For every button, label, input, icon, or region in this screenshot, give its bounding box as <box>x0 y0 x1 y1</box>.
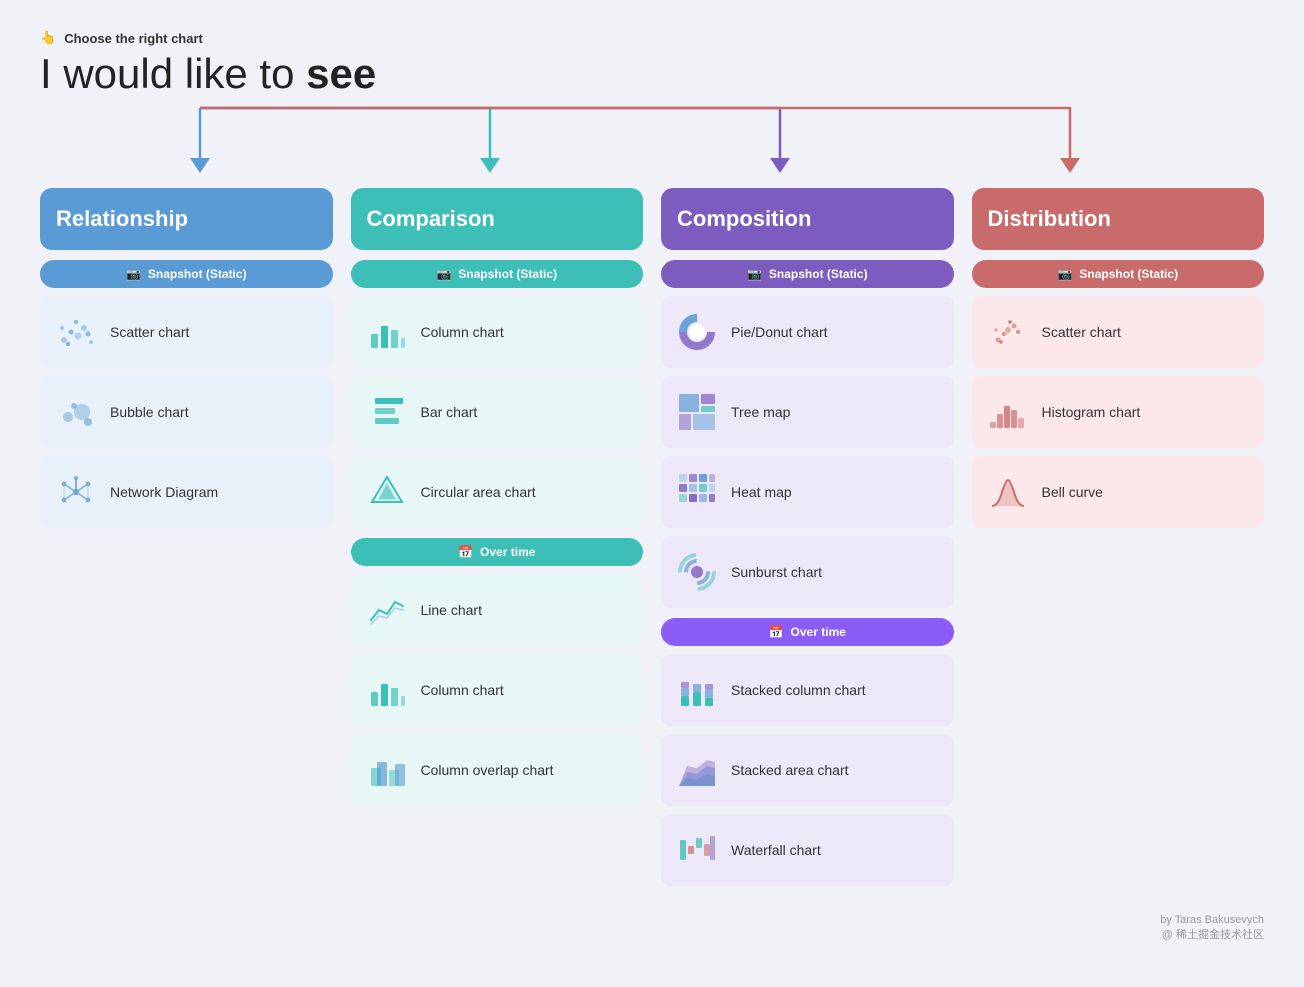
col-comparison: Comparison 📷 Snapshot (Static) Column ch… <box>351 188 644 814</box>
sub-snapshot-relationship: 📷 Snapshot (Static) <box>40 260 333 288</box>
camera-icon-pos: 📷 <box>747 267 762 281</box>
stacked-column-label: Stacked column chart <box>731 682 866 698</box>
network-icon <box>54 470 98 514</box>
bubble-icon <box>54 390 98 434</box>
histogram-label: Histogram chart <box>1042 404 1141 420</box>
chart-stacked-area[interactable]: Stacked area chart <box>661 734 954 806</box>
scatter-rel-icon <box>54 310 98 354</box>
sub-label-rel: Snapshot (Static) <box>148 267 247 281</box>
chart-network[interactable]: Network Diagram <box>40 456 333 528</box>
chart-donut[interactable]: Pie/Donut chart <box>661 296 954 368</box>
cat-header-composition: Composition <box>661 188 954 250</box>
chart-waterfall[interactable]: Waterfall chart <box>661 814 954 886</box>
chart-scatter-dist[interactable]: Scatter chart <box>972 296 1265 368</box>
footer: by Taras Bakusevych @ 稀土掘金技术社区 <box>40 914 1264 942</box>
scatter-dist-icon <box>986 310 1030 354</box>
chart-heatmap[interactable]: Heat map <box>661 456 954 528</box>
col-relationship: Relationship 📷 Snapshot (Static) Scatter… <box>40 188 333 536</box>
footer-line1: by Taras Bakusevych <box>40 914 1264 926</box>
stacked-area-label: Stacked area chart <box>731 762 849 778</box>
connector-svg <box>40 108 1264 188</box>
chart-stacked-column[interactable]: Stacked column chart <box>661 654 954 726</box>
chart-bubble[interactable]: Bubble chart <box>40 376 333 448</box>
chart-treemap[interactable]: Tree map <box>661 376 954 448</box>
overlap-comp-icon <box>365 748 409 792</box>
treemap-icon <box>675 390 719 434</box>
header: 👆 Choose the right chart I would like to… <box>40 30 1264 98</box>
column-comp-icon <box>365 310 409 354</box>
cat-title-comparison: Comparison <box>367 206 628 232</box>
bubble-label: Bubble chart <box>110 404 189 420</box>
donut-label: Pie/Donut chart <box>731 324 828 340</box>
sub-snapshot-comparison: 📷 Snapshot (Static) <box>351 260 644 288</box>
circular-comp-label: Circular area chart <box>421 484 536 500</box>
histogram-icon <box>986 390 1030 434</box>
treemap-label: Tree map <box>731 404 790 420</box>
chart-overlap-comp[interactable]: Column overlap chart <box>351 734 644 806</box>
chart-scatter-rel[interactable]: Scatter chart <box>40 296 333 368</box>
overtime-comp-label: Over time <box>480 545 535 559</box>
chart-line-comp[interactable]: Line chart <box>351 574 644 646</box>
bell-icon <box>986 470 1030 514</box>
camera-icon-rel: 📷 <box>126 267 141 281</box>
column2-comp-icon <box>365 668 409 712</box>
stacked-column-icon <box>675 668 719 712</box>
chart-sunburst[interactable]: Sunburst chart <box>661 536 954 608</box>
overlap-comp-label: Column overlap chart <box>421 762 554 778</box>
sub-snapshot-distribution: 📷 Snapshot (Static) <box>972 260 1265 288</box>
scatter-rel-label: Scatter chart <box>110 324 189 340</box>
cat-header-relationship: Relationship <box>40 188 333 250</box>
bar-comp-label: Bar chart <box>421 404 478 420</box>
col-distribution: Distribution 📷 Snapshot (Static) Scatter… <box>972 188 1265 536</box>
network-label: Network Diagram <box>110 484 218 500</box>
cat-header-distribution: Distribution <box>972 188 1265 250</box>
bar-comp-icon <box>365 390 409 434</box>
chart-bar-comp[interactable]: Bar chart <box>351 376 644 448</box>
main-columns: Relationship 📷 Snapshot (Static) Scatter… <box>40 188 1264 894</box>
camera-icon-comp: 📷 <box>436 267 451 281</box>
chart-column-comp[interactable]: Column chart <box>351 296 644 368</box>
sub-label-pos: Snapshot (Static) <box>769 267 868 281</box>
sub-label-dist: Snapshot (Static) <box>1079 267 1178 281</box>
chart-circular-comp[interactable]: Circular area chart <box>351 456 644 528</box>
sub-snapshot-composition: 📷 Snapshot (Static) <box>661 260 954 288</box>
waterfall-label: Waterfall chart <box>731 842 821 858</box>
sunburst-icon <box>675 550 719 594</box>
bell-label: Bell curve <box>1042 484 1103 500</box>
footer-line2: @ 稀土掘金技术社区 <box>40 926 1264 942</box>
sub-label-comp: Snapshot (Static) <box>458 267 557 281</box>
col-composition: Composition 📷 Snapshot (Static) Pie/Donu… <box>661 188 954 894</box>
connector-area <box>40 108 1264 188</box>
line-comp-label: Line chart <box>421 602 482 618</box>
heatmap-label: Heat map <box>731 484 792 500</box>
column-comp-label: Column chart <box>421 324 504 340</box>
cat-header-comparison: Comparison <box>351 188 644 250</box>
column2-comp-label: Column chart <box>421 682 504 698</box>
chart-bell[interactable]: Bell curve <box>972 456 1265 528</box>
tip-icon: 👆 <box>40 30 56 46</box>
donut-icon <box>675 310 719 354</box>
sub-overtime-comparison: 📅 Over time <box>351 538 644 566</box>
camera-icon-dist: 📷 <box>1057 267 1072 281</box>
cat-title-relationship: Relationship <box>56 206 317 232</box>
chart-histogram[interactable]: Histogram chart <box>972 376 1265 448</box>
stacked-area-icon <box>675 748 719 792</box>
cat-title-composition: Composition <box>677 206 938 232</box>
sunburst-label: Sunburst chart <box>731 564 822 580</box>
chart-column2-comp[interactable]: Column chart <box>351 654 644 726</box>
calendar-icon-pos: 📅 <box>769 625 784 639</box>
tip-bar: 👆 Choose the right chart <box>40 30 1264 46</box>
cat-title-distribution: Distribution <box>988 206 1249 232</box>
line-comp-icon <box>365 588 409 632</box>
tip-text: Choose the right chart <box>64 31 203 46</box>
calendar-icon-comp: 📅 <box>458 545 473 559</box>
waterfall-icon <box>675 828 719 872</box>
sub-overtime-composition: 📅 Over time <box>661 618 954 646</box>
main-title: I would like to see <box>40 50 1264 98</box>
heatmap-icon <box>675 470 719 514</box>
scatter-dist-label: Scatter chart <box>1042 324 1121 340</box>
overtime-pos-label: Over time <box>791 625 846 639</box>
circular-comp-icon <box>365 470 409 514</box>
